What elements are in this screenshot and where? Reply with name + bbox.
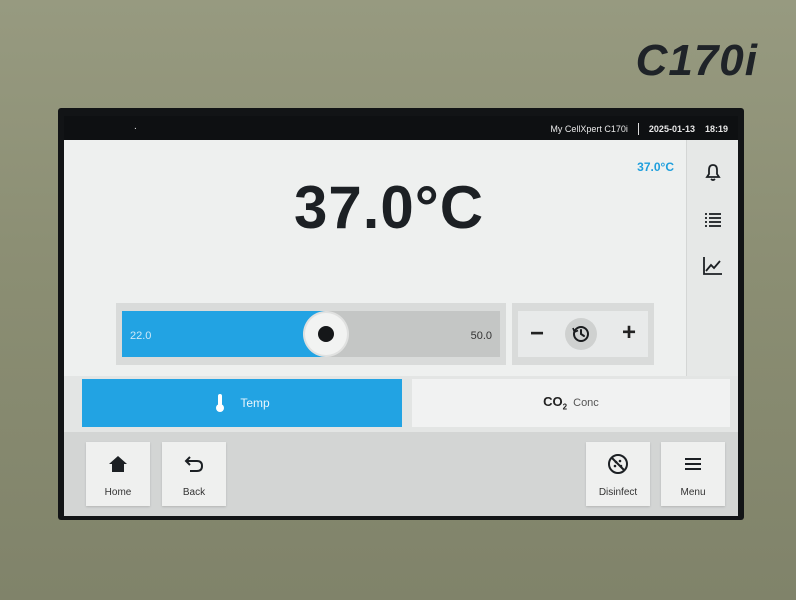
temperature-panel: 37.0°C 37.0°C 22.0 50.0 − + — [64, 140, 686, 376]
disinfect-icon — [608, 454, 628, 474]
current-temperature: 37.0°C — [294, 174, 485, 241]
menu-label: Menu — [680, 487, 706, 498]
status-time: 18:19 — [704, 124, 728, 134]
slider-min-label: 22.0 — [130, 330, 152, 342]
menu-button[interactable]: Menu — [661, 442, 725, 506]
tab-bar: Temp CO2 Conc — [64, 376, 738, 432]
right-sidebar — [686, 140, 738, 376]
slider-knob[interactable] — [305, 313, 347, 355]
slider-max-label: 50.0 — [470, 330, 492, 342]
tab-co2-label: Conc — [573, 397, 599, 409]
chart-icon[interactable] — [701, 254, 725, 278]
status-separator — [637, 123, 639, 135]
reset-button[interactable] — [565, 318, 597, 350]
tab-temp[interactable]: Temp — [82, 379, 402, 427]
back-button[interactable]: Back — [162, 442, 226, 506]
back-label: Back — [182, 487, 206, 498]
status-dot: . — [134, 121, 137, 132]
history-icon — [572, 326, 589, 342]
stepper-body: − + — [518, 311, 648, 357]
status-date: 2025-01-13 — [648, 124, 695, 134]
co2-symbol: CO2 — [543, 394, 568, 412]
tab-temp-label: Temp — [240, 396, 270, 410]
increase-button[interactable]: + — [622, 319, 636, 347]
disinfect-button[interactable]: Disinfect — [586, 442, 650, 506]
home-label: Home — [104, 487, 132, 498]
status-right: My CellXpert C170i 2025-01-13 18:19 — [550, 123, 728, 135]
setpoint-readout: 37.0°C — [637, 160, 674, 174]
menu-icon — [685, 458, 701, 470]
status-bar: . My CellXpert C170i 2025-01-13 18:19 — [64, 116, 738, 140]
disinfect-label: Disinfect — [598, 487, 638, 498]
device-model-label: C170i — [635, 36, 758, 85]
temperature-slider[interactable]: 22.0 50.0 — [116, 303, 506, 365]
decrease-button[interactable]: − — [530, 320, 544, 348]
device-name: My CellXpert C170i — [550, 124, 628, 134]
home-button[interactable]: Home — [86, 442, 150, 506]
touch-screen: . My CellXpert C170i 2025-01-13 18:19 37… — [64, 116, 738, 516]
list-icon[interactable] — [701, 208, 725, 232]
home-icon — [109, 456, 127, 472]
setpoint-stepper: − + — [512, 303, 654, 365]
bell-icon[interactable] — [701, 160, 725, 184]
tab-co2-conc[interactable]: CO2 Conc — [412, 379, 730, 427]
slider-fill — [122, 311, 326, 357]
back-arrow-icon — [184, 456, 204, 472]
thermometer-icon — [216, 394, 225, 412]
bottom-navigation: Home Back Disinfect Menu — [64, 432, 738, 516]
